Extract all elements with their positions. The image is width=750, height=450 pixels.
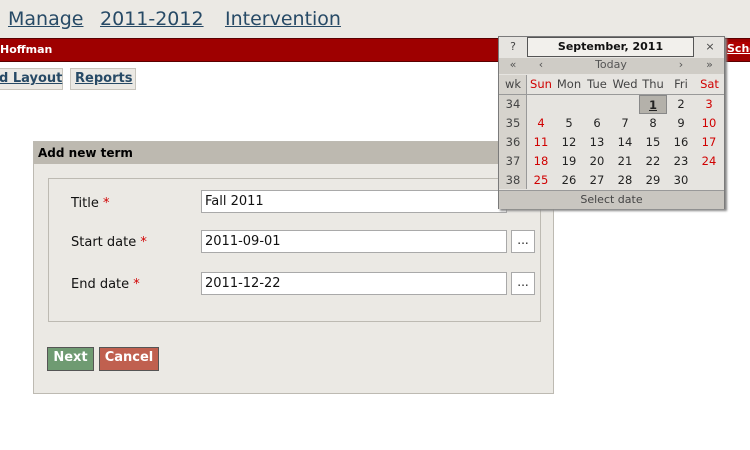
day-header-sun: Sun [530,77,552,91]
calendar-day[interactable]: 29 [639,171,667,190]
calendar-title[interactable]: September, 2011 [527,37,694,57]
add-term-panel: Add new term Title * Start date * ... En… [33,141,554,394]
calendar-day[interactable]: 22 [639,152,667,171]
calendar-day[interactable]: 25 [527,171,555,190]
calendar-day[interactable]: 2 [667,95,695,114]
start-date-input[interactable] [201,230,507,253]
calendar-day[interactable]: 30 [667,171,695,190]
end-date-input[interactable] [201,272,507,295]
help-icon[interactable]: ? [499,37,527,57]
today-button[interactable]: Today [555,58,667,74]
day-header-wk: wk [504,77,522,91]
empty-day-cell [583,95,611,114]
day-header-thu: Thu [642,77,664,91]
panel-title: Add new term [34,142,553,164]
week-number: 34 [505,97,521,111]
required-marker: * [103,196,110,211]
week-number: 38 [505,173,521,187]
next-button[interactable]: Next [47,347,94,371]
next-month-button[interactable]: › [667,58,695,74]
school-link[interactable]: Scho [725,42,750,55]
calendar-nav: « ‹ Today › » [499,58,724,74]
calendar-day[interactable]: 16 [667,133,695,152]
nav-link-school-year[interactable]: 2011-2012 [100,8,204,30]
calendar-day[interactable]: 3 [695,95,723,114]
calendar-day[interactable]: 8 [639,114,667,133]
nav-link-intervention[interactable]: Intervention [225,8,341,30]
user-name: Hoffman [0,43,53,56]
empty-day-cell [555,95,583,114]
calendar-day[interactable]: 1 [639,95,667,114]
calendar-day[interactable]: 7 [611,114,639,133]
close-icon[interactable]: × [696,37,724,57]
cancel-button[interactable]: Cancel [99,347,159,371]
calendar-day[interactable]: 10 [695,114,723,133]
day-header-fri: Fri [674,77,688,91]
calendar-day[interactable]: 26 [555,171,583,190]
day-header-mon: Mon [556,77,582,91]
calendar-day[interactable]: 21 [611,152,639,171]
calendar-status: Select date [499,190,724,209]
calendar-day[interactable]: 9 [667,114,695,133]
start-date-picker-button[interactable]: ... [511,230,535,253]
week-number: 37 [505,154,521,168]
calendar-day[interactable]: 12 [555,133,583,152]
empty-day-cell [611,95,639,114]
day-header-sat: Sat [700,77,719,91]
calendar-day[interactable]: 6 [583,114,611,133]
calendar-day[interactable]: 18 [527,152,555,171]
layout-button[interactable]: d Layout [0,68,63,90]
day-header-row: wk Sun Mon Tue Wed Thu Fri Sat [499,75,724,95]
calendar-day[interactable]: 14 [611,133,639,152]
end-date-label: End date * [71,277,140,292]
title-input[interactable] [201,190,507,213]
calendar-day[interactable]: 15 [639,133,667,152]
calendar-day[interactable]: 24 [695,152,723,171]
start-date-label-text: Start date [71,235,137,250]
start-date-label: Start date * [71,235,147,250]
week-number: 36 [505,135,521,149]
next-year-button[interactable]: » [695,58,724,74]
calendar-day[interactable]: 11 [527,133,555,152]
calendar-day[interactable]: 20 [583,152,611,171]
end-date-label-text: End date [71,277,130,292]
day-header-wed: Wed [612,77,638,91]
calendar-day[interactable]: 4 [527,114,555,133]
title-label: Title * [71,196,110,211]
empty-day-cell [527,95,555,114]
calendar-day[interactable]: 5 [555,114,583,133]
date-picker-popup: ? September, 2011 × « ‹ Today › » wk Sun… [498,36,725,209]
calendar-day[interactable]: 27 [583,171,611,190]
calendar-day[interactable]: 23 [667,152,695,171]
prev-month-button[interactable]: ‹ [527,58,555,74]
day-header-tue: Tue [587,77,607,91]
week-number: 35 [505,116,521,130]
calendar-day[interactable]: 28 [611,171,639,190]
title-label-text: Title [71,196,99,211]
empty-day-cell [695,171,723,190]
calendar-day[interactable]: 19 [555,152,583,171]
required-marker: * [140,235,147,250]
reports-button[interactable]: Reports [70,68,136,90]
nav-link-manage[interactable]: Manage [8,8,83,30]
calendar-day[interactable]: 17 [695,133,723,152]
prev-year-button[interactable]: « [499,58,527,74]
term-fieldset: Title * Start date * ... End date * ... [48,178,541,322]
required-marker: * [133,277,140,292]
calendar-day[interactable]: 13 [583,133,611,152]
end-date-picker-button[interactable]: ... [511,272,535,295]
top-nav: Manage 2011-2012 Intervention [0,0,750,38]
